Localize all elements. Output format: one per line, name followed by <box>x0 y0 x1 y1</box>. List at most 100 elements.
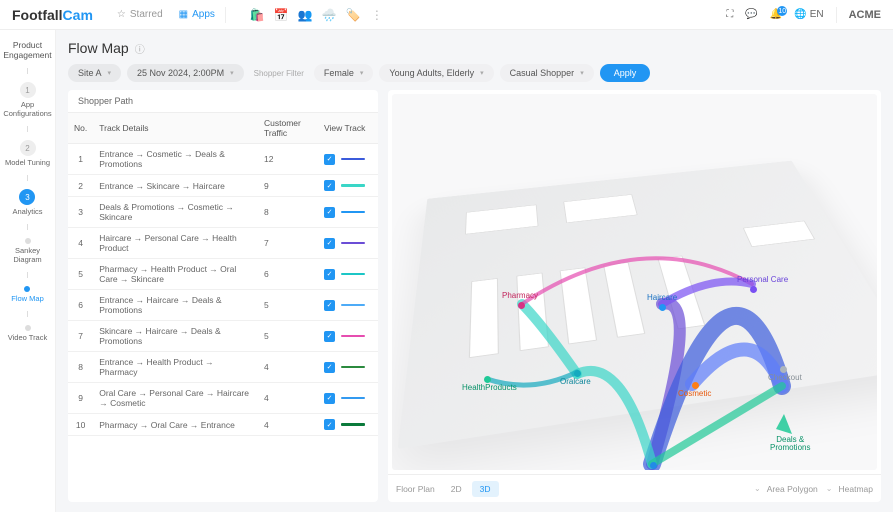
cell-traffic: 9 <box>258 175 318 197</box>
sub-label: Flow Map <box>11 294 44 303</box>
node-haircare[interactable] <box>659 304 666 311</box>
node-personal[interactable] <box>750 286 757 293</box>
tab-starred-label: Starred <box>130 9 163 20</box>
view-tab-2d[interactable]: 2D <box>443 481 470 497</box>
view-track-checkbox[interactable]: ✓ <box>324 393 335 404</box>
table-panel: Shopper Path No. Track Details Customer … <box>68 90 378 502</box>
track-color-swatch <box>341 397 365 400</box>
table-row[interactable]: 1 Entrance → Cosmetic → Deals & Promotio… <box>68 144 378 175</box>
sidebar-step-3[interactable]: 3 Analytics <box>12 189 42 216</box>
chevron-down-icon: ▾ <box>230 69 234 77</box>
node-label-pharmacy: Pharmacy <box>502 292 538 300</box>
org-name[interactable]: ACME <box>849 9 881 21</box>
table-row[interactable]: 7 Skincare → Haircare → Deals & Promotio… <box>68 321 378 352</box>
step-number: 2 <box>20 140 36 156</box>
cell-view: ✓ <box>318 144 378 175</box>
view-track-checkbox[interactable]: ✓ <box>324 269 335 280</box>
view-track-checkbox[interactable]: ✓ <box>324 154 335 165</box>
apply-button[interactable]: Apply <box>600 64 651 82</box>
cell-no: 2 <box>68 175 93 197</box>
node-health[interactable] <box>484 376 491 383</box>
shortcut-icon[interactable]: 👥 <box>298 8 312 22</box>
language-selector[interactable]: 🌐 EN <box>794 9 823 20</box>
notification-button[interactable]: 🔔 10 <box>770 9 782 20</box>
view-track-checkbox[interactable]: ✓ <box>324 362 335 373</box>
sidebar-step-2[interactable]: 2 Model Tuning <box>5 140 50 167</box>
cell-no: 5 <box>68 259 93 290</box>
node-oralcare[interactable] <box>574 370 581 377</box>
node-pharmacy[interactable] <box>518 302 525 309</box>
node-label-oralcare: Oralcare <box>560 378 591 386</box>
view-track-checkbox[interactable]: ✓ <box>324 238 335 249</box>
tab-apps[interactable]: ▦ Apps <box>179 9 215 20</box>
node-label-deals: Deals & Promotions <box>770 436 810 452</box>
sidebar-sub-flowmap[interactable]: Flow Map <box>11 286 44 303</box>
node-label-cosmetic: Cosmetic <box>678 390 711 398</box>
chat-icon[interactable]: 💬 <box>745 9 757 20</box>
step-number: 3 <box>19 189 35 205</box>
table-row[interactable]: 9 Oral Care → Personal Care → Haircare →… <box>68 383 378 414</box>
view-track-checkbox[interactable]: ✓ <box>324 300 335 311</box>
logo-text-b: Cam <box>63 7 93 23</box>
sidebar-sub-sankey[interactable]: Sankey Diagram <box>2 238 53 264</box>
flow-map-canvas[interactable]: Pharmacy Haircare Personal Care HealthPr… <box>392 94 877 470</box>
heatmap-toggle[interactable]: ⌄ Heatmap <box>826 484 873 494</box>
viz-footer: Floor Plan 2D 3D ⌄ Area Polygon ⌄ Heatma… <box>388 474 881 502</box>
track-color-swatch <box>341 273 365 276</box>
node-cosmetic[interactable] <box>692 382 699 389</box>
table-row[interactable]: 10 Pharmacy → Oral Care → Entrance 4 ✓ <box>68 414 378 436</box>
table-row[interactable]: 5 Pharmacy → Health Product → Oral Care … <box>68 259 378 290</box>
more-icon[interactable]: ⋮ <box>370 8 384 22</box>
shortcut-icon[interactable]: 🛍️ <box>250 8 264 22</box>
filter-site[interactable]: Site A ▾ <box>68 64 121 82</box>
cell-details: Pharmacy → Health Product → Oral Care → … <box>93 259 258 290</box>
view-track-checkbox[interactable]: ✓ <box>324 419 335 430</box>
top-right-controls: ⛶ 💬 🔔 10 🌐 EN ACME <box>726 7 881 23</box>
table-row[interactable]: 2 Entrance → Skincare → Haircare 9 ✓ <box>68 175 378 197</box>
filter-age-value: Young Adults, Elderly <box>389 68 474 78</box>
shortcut-icon[interactable]: 📅 <box>274 8 288 22</box>
cell-view: ✓ <box>318 383 378 414</box>
view-track-checkbox[interactable]: ✓ <box>324 331 335 342</box>
cell-no: 1 <box>68 144 93 175</box>
filter-type[interactable]: Casual Shopper ▾ <box>500 64 594 82</box>
expand-icon[interactable]: ⛶ <box>726 9 733 20</box>
cell-view: ✓ <box>318 175 378 197</box>
step-label: Analytics <box>12 207 42 216</box>
cell-no: 10 <box>68 414 93 436</box>
table-row[interactable]: 3 Deals & Promotions → Cosmetic → Skinca… <box>68 197 378 228</box>
area-polygon-toggle[interactable]: ⌄ Area Polygon <box>754 484 818 494</box>
panels: Shopper Path No. Track Details Customer … <box>68 90 881 502</box>
sidebar-step-1[interactable]: 1 App Configurations <box>3 82 51 118</box>
filter-gender[interactable]: Female ▾ <box>314 64 374 82</box>
cell-traffic: 4 <box>258 352 318 383</box>
filter-site-value: Site A <box>78 68 102 78</box>
node-label-checkout: Checkout <box>768 374 802 382</box>
info-icon[interactable]: ⓘ <box>135 41 145 56</box>
sub-label: Video Track <box>8 333 47 342</box>
top-tabs: ☆ Starred ▦ Apps <box>117 9 215 20</box>
tab-apps-label: Apps <box>192 9 215 20</box>
view-track-checkbox[interactable]: ✓ <box>324 180 335 191</box>
filter-age[interactable]: Young Adults, Elderly ▾ <box>379 64 493 82</box>
sidebar-sub-video[interactable]: Video Track <box>8 325 47 342</box>
cell-no: 3 <box>68 197 93 228</box>
filter-type-value: Casual Shopper <box>510 68 575 78</box>
node-checkout[interactable] <box>780 366 787 373</box>
cell-details: Oral Care → Personal Care → Haircare → C… <box>93 383 258 414</box>
sidebar-title: Product Engagement <box>3 40 51 60</box>
view-track-checkbox[interactable]: ✓ <box>324 207 335 218</box>
filter-datetime[interactable]: 25 Nov 2024, 2:00PM ▾ <box>127 64 244 82</box>
shortcut-icon[interactable]: 🌧️ <box>322 8 336 22</box>
track-color-swatch <box>341 366 365 369</box>
shortcut-icon[interactable]: 🏷️ <box>346 8 360 22</box>
cell-traffic: 4 <box>258 414 318 436</box>
table-row[interactable]: 4 Haircare → Personal Care → Health Prod… <box>68 228 378 259</box>
table-row[interactable]: 6 Entrance → Haircare → Deals & Promotio… <box>68 290 378 321</box>
tab-starred[interactable]: ☆ Starred <box>117 9 163 20</box>
node-entrance[interactable] <box>650 462 657 469</box>
divider <box>225 7 226 23</box>
view-tab-3d[interactable]: 3D <box>472 481 499 497</box>
cell-details: Entrance → Health Product → Pharmacy <box>93 352 258 383</box>
table-row[interactable]: 8 Entrance → Health Product → Pharmacy 4… <box>68 352 378 383</box>
